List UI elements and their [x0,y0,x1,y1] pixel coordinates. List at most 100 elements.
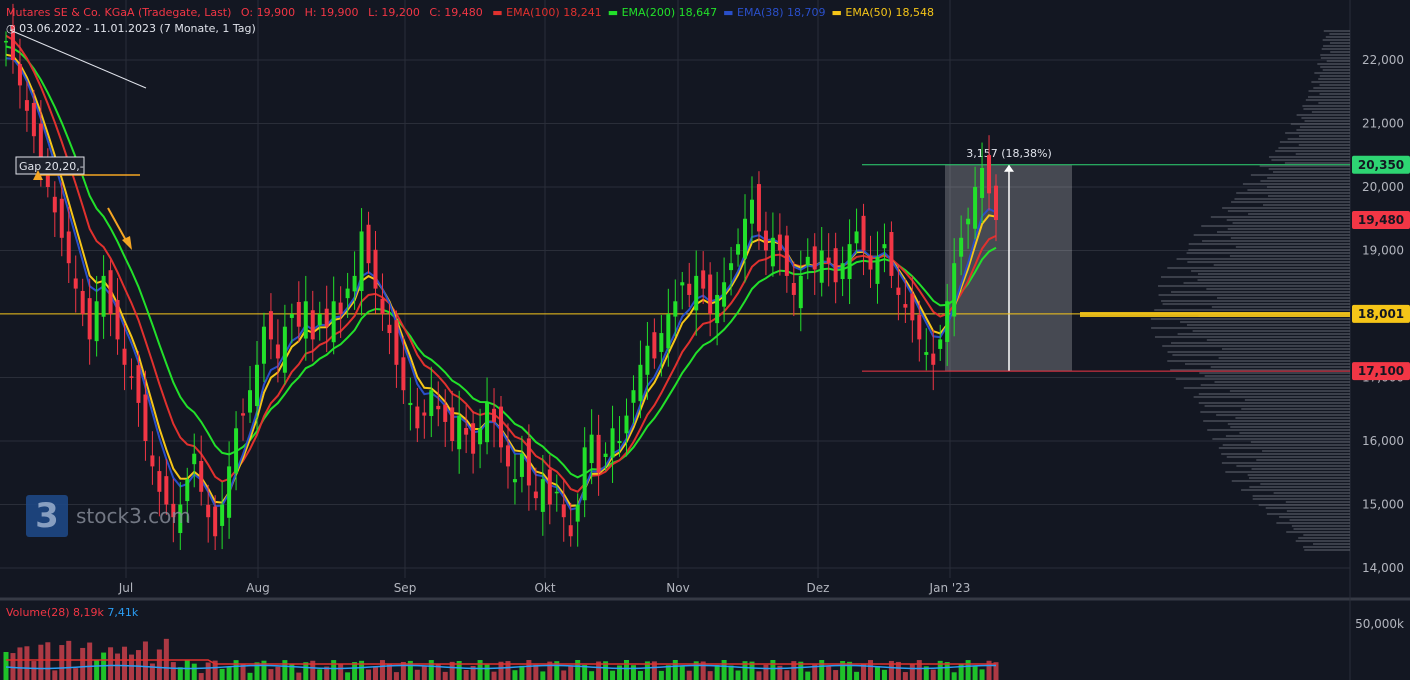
profile-bar [1317,63,1350,65]
profile-bar [1303,546,1350,548]
chart-grid: Jul Aug Sep Okt Nov Dez Jan '23 [0,0,1410,680]
candle-body [206,504,211,518]
volume-bar [784,670,790,680]
candle-body [694,275,699,311]
ohlc-open: O: 19,900 [240,6,296,19]
candle-body [561,504,566,518]
candle-body [261,326,266,364]
candle-body [401,357,406,391]
volume-bar [10,653,16,680]
profile-bar [1242,183,1350,185]
profile-bar [1241,489,1350,491]
candle-body [868,255,873,270]
candle-body [464,428,469,435]
volume-bar [805,671,811,680]
candle-body [129,376,134,378]
volume-bar [686,670,692,680]
volume-bar [916,660,922,680]
profile-bar [1216,414,1350,416]
volume-bar [275,666,281,680]
profile-bar [1278,147,1350,149]
volume-bar [617,665,623,680]
profile-bar [1295,153,1350,155]
price-chart[interactable]: Jul Aug Sep Okt Nov Dez Jan '23 3,157 (18,38%)… [0,0,1410,680]
level-label: 17,100 [1358,364,1404,378]
candle-body [882,244,887,249]
profile-bar [1285,501,1350,503]
candle-body [450,407,455,441]
candle-body [108,270,113,314]
volume-bar [833,670,839,680]
candle-body [136,365,141,403]
profile-bar [1302,105,1350,107]
profile-bar [1218,447,1350,449]
candle-body [408,402,413,406]
volume-bar [756,671,762,680]
x-tick-label: Dez [807,581,830,595]
profile-bar [1276,522,1350,524]
candle-body [812,246,817,270]
candle-body [826,257,831,264]
profile-bar [1322,39,1350,41]
profile-bar [1291,525,1350,527]
volume-bar [303,662,309,680]
candle-body [805,256,810,266]
volume-bar [512,670,518,680]
volume-bar [3,652,9,680]
candle-body [143,394,148,441]
volume-bar [135,650,141,680]
candle-body [652,332,657,359]
level-label: 19,480 [1358,213,1404,227]
profile-bar [1290,123,1350,125]
profile-bar [1217,297,1350,299]
volume-bar [589,671,595,680]
candle-body [220,504,225,526]
volume-bar [721,660,727,680]
profile-bar [1175,378,1350,380]
volume-label: Volume(28) [6,606,70,619]
profile-bar [1250,441,1350,443]
volume-bar [38,644,44,680]
logo-text: stock3.com [76,504,191,528]
profile-bar [1320,66,1350,68]
ohlc-low: L: 19,200 [368,6,420,19]
candle-body [833,248,838,283]
candle-body [526,438,531,486]
level-label: 18,001 [1358,307,1404,321]
clock-icon: ◷ [6,22,16,35]
profile-bar [1325,36,1350,38]
profile-bar [1158,285,1350,287]
volume-bar [575,660,581,680]
candle-body [422,412,427,416]
candle-body [582,447,587,501]
indicator-0: ▬ EMA(100) 18,241 [492,6,602,19]
x-tick-label: Jul [118,581,133,595]
stock3-logo: 3 stock3.com [26,495,191,537]
profile-bar [1204,375,1350,377]
profile-bar [1198,273,1350,275]
profile-bar [1154,309,1350,311]
profile-bar [1326,60,1350,62]
candle-body [617,441,622,444]
candle-body [241,413,246,416]
profile-bar [1329,42,1350,44]
profile-bar [1216,231,1350,233]
candle-body [603,453,608,457]
volume-bar [108,647,114,680]
profile-bar [1299,135,1350,137]
candle-body [4,40,8,43]
candle-body [373,249,378,289]
profile-bar [1206,288,1350,290]
profile-bar [1321,48,1350,50]
profile-bar [1275,150,1350,152]
profile-bar [1229,255,1350,257]
price-axis[interactable]: 22,00021,00020,00019,00018,00017,00016,0… [1352,53,1410,631]
y-tick-label: 22,000 [1362,53,1404,67]
candle-body [659,333,664,352]
profile-bar [1167,267,1350,269]
candle-body [861,215,866,251]
candle-body [485,402,490,443]
date-range: 03.06.2022 - 11.01.2023 [19,22,157,35]
volume-profile [1080,30,1350,551]
candle-body [938,339,943,349]
